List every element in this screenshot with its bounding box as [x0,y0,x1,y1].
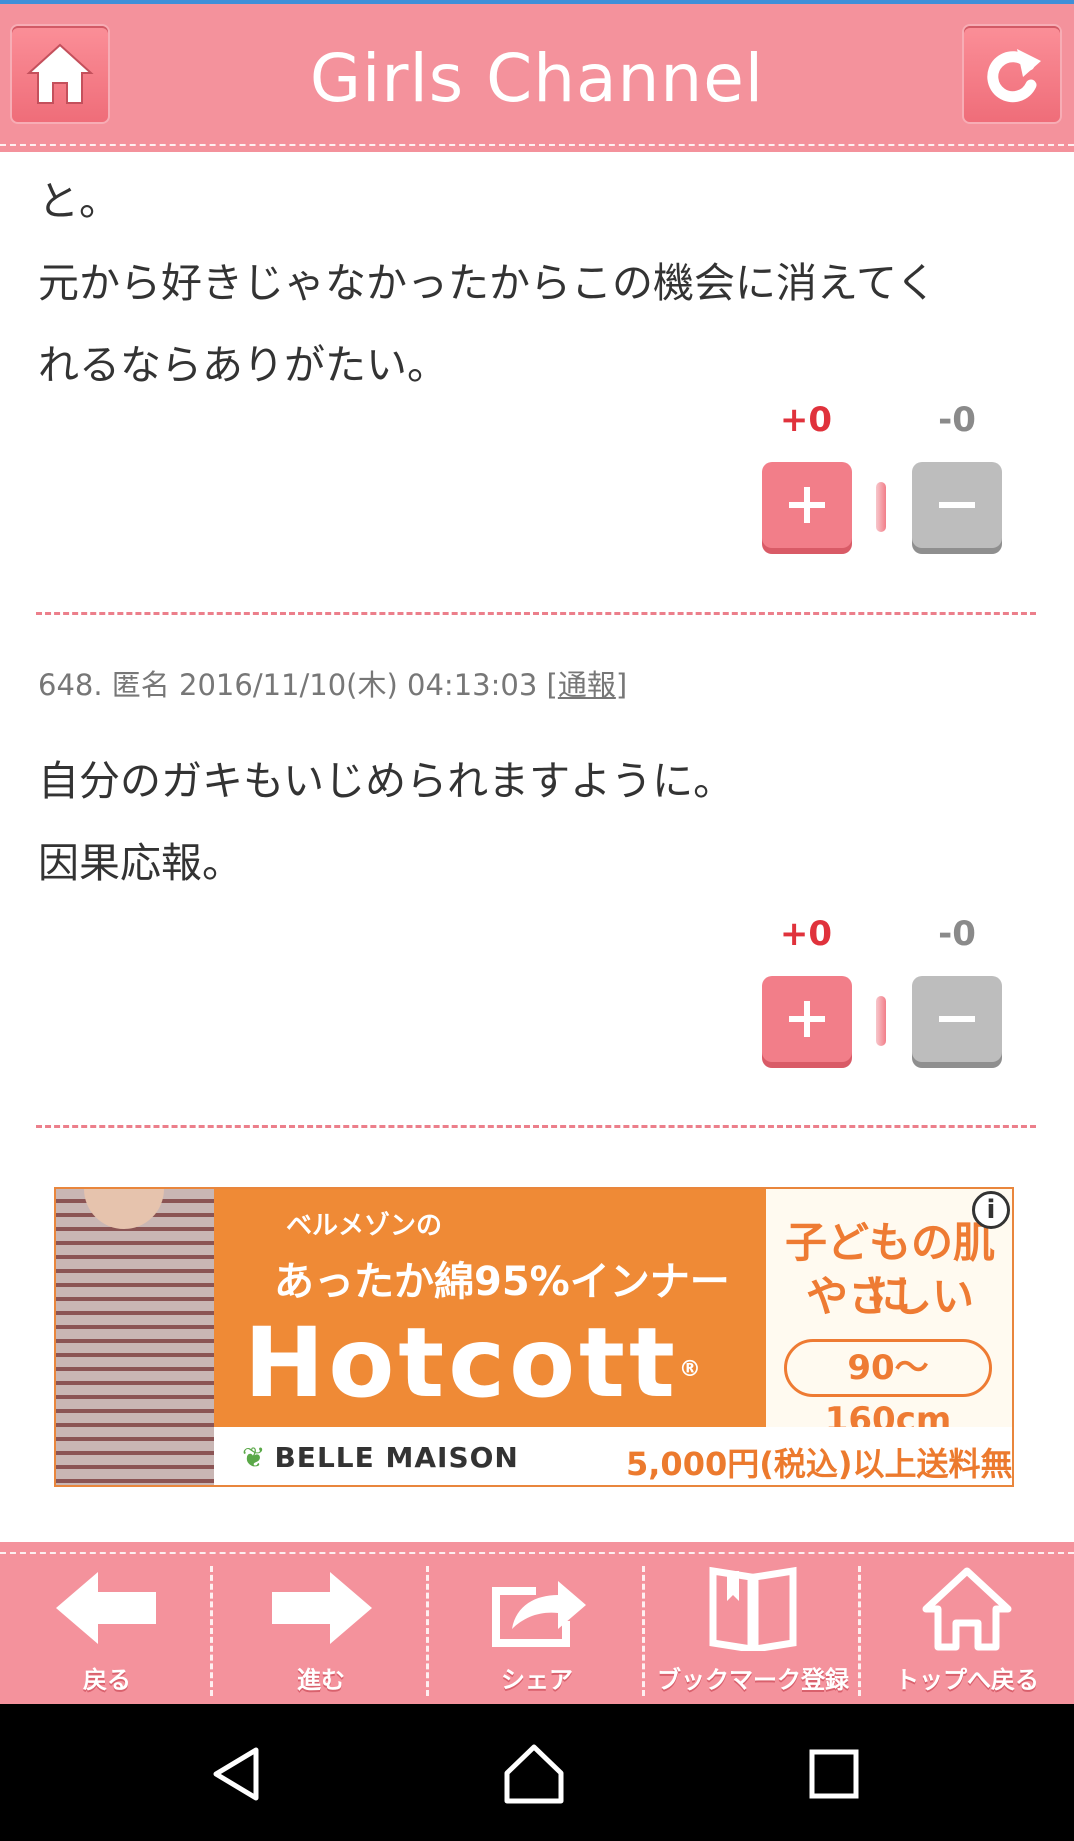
ad-product-name: Hotcott® [244,1307,705,1419]
home-icon [26,43,94,104]
plus-icon [789,487,825,523]
comment-divider [36,612,1036,615]
nav-separator [642,1566,645,1696]
nav-label: トップへ戻る [895,1666,1039,1694]
ad-headline: あったか綿95%インナー [274,1259,730,1305]
nav-label: ブックマーク登録 [657,1666,849,1694]
leaf-icon: ❦ [242,1441,267,1474]
ad-info-icon[interactable]: i [972,1191,1010,1229]
system-back-button[interactable] [196,1734,276,1814]
minus-icon [939,502,975,508]
comment-line: 元から好きじゃなかったからこの機会に消えてく [38,259,937,307]
comment-body: と。 元から好きじゃなかったからこの機会に消えてく れるならありがたい。 [38,160,1038,406]
comment-datetime: 2016/11/10(木) 04:13:03 [179,668,538,702]
nav-bookmark-button[interactable]: ブックマーク登録 [646,1562,860,1702]
nav-forward-button[interactable]: 進む [214,1562,428,1702]
comment-line: と。 [38,177,120,225]
home-circle-icon [504,1744,564,1804]
header-reload-button[interactable] [964,26,1060,122]
minus-vote-button[interactable] [912,976,1002,1062]
nav-back-button[interactable]: 戻る [0,1562,214,1702]
comment-divider [36,1125,1036,1128]
back-triangle-icon [213,1747,259,1801]
ad-bottom-strip: ❦BELLE MAISON 5,000円(税込)以上送料無料 [214,1427,1013,1485]
plus-count: +0 [779,400,833,440]
minus-count: -0 [938,400,976,440]
forward-arrow-icon [272,1572,372,1644]
ad-model-photo [56,1189,214,1485]
comment-body: 自分のガキもいじめられますように。 因果応報。 [38,740,1038,904]
plus-vote-button[interactable] [762,976,852,1062]
header-home-button[interactable] [12,26,108,122]
nav-label: 戻る [83,1666,131,1694]
back-arrow-icon [56,1572,156,1644]
nav-label: シェア [501,1666,573,1694]
comment-line: 自分のガキもいじめられますように。 [38,757,735,805]
ad-banner[interactable]: ベルメゾンの あったか綿95%インナー Hotcott® 子どもの肌に やさしい… [54,1187,1014,1487]
system-recents-button[interactable] [794,1734,874,1814]
home-icon [922,1567,1012,1651]
comment-number: 648. [38,668,103,702]
ad-right-panel: 子どもの肌に やさしい 90〜160cm [766,1189,1012,1440]
report-link[interactable]: 通報 [558,668,616,702]
nav-separator [210,1566,213,1696]
site-title[interactable]: Girls Channel [200,34,874,124]
plus-vote-button[interactable] [762,462,852,548]
comment-line: れるならありがたい。 [38,341,448,389]
minus-vote-button[interactable] [912,462,1002,548]
vote-ratio-bar [876,996,886,1046]
nav-separator [426,1566,429,1696]
system-home-button[interactable] [494,1734,574,1814]
bookmark-book-icon [709,1566,797,1651]
nav-label: 進む [297,1666,345,1694]
plus-icon [789,1001,825,1037]
ad-belle-maison-logo: ❦ BELLE MAISON [242,1441,519,1474]
comment-author: 匿名 [111,668,170,702]
reload-icon [987,49,1041,103]
ad-orange-panel: ベルメゾンの あったか綿95%インナー Hotcott® [214,1189,766,1427]
comment-line: 因果応報。 [38,839,243,887]
minus-count: -0 [938,914,976,954]
minus-icon [939,1016,975,1022]
ad-size-range: 90〜160cm [784,1339,992,1440]
comment-meta: 648. 匿名 2016/11/10(木) 04:13:03 [通報] [38,668,628,702]
ad-kids-line: やさしい [805,1272,974,1321]
plus-count: +0 [779,914,833,954]
recents-square-icon [809,1749,859,1799]
footer-nav: 戻る 進む シェア ブックマーク登録 トップへ戻る [0,1542,1074,1704]
site-header: Girls Channel [0,4,1074,152]
nav-top-button[interactable]: トップへ戻る [860,1562,1074,1702]
vote-ratio-bar [876,482,886,532]
share-icon [492,1581,586,1647]
nav-share-button[interactable]: シェア [430,1562,644,1702]
ad-brand-small: ベルメゾンの [286,1211,443,1241]
system-nav-bar [0,1704,1074,1841]
ad-shipping-text: 5,000円(税込)以上送料無料 [626,1445,1013,1483]
